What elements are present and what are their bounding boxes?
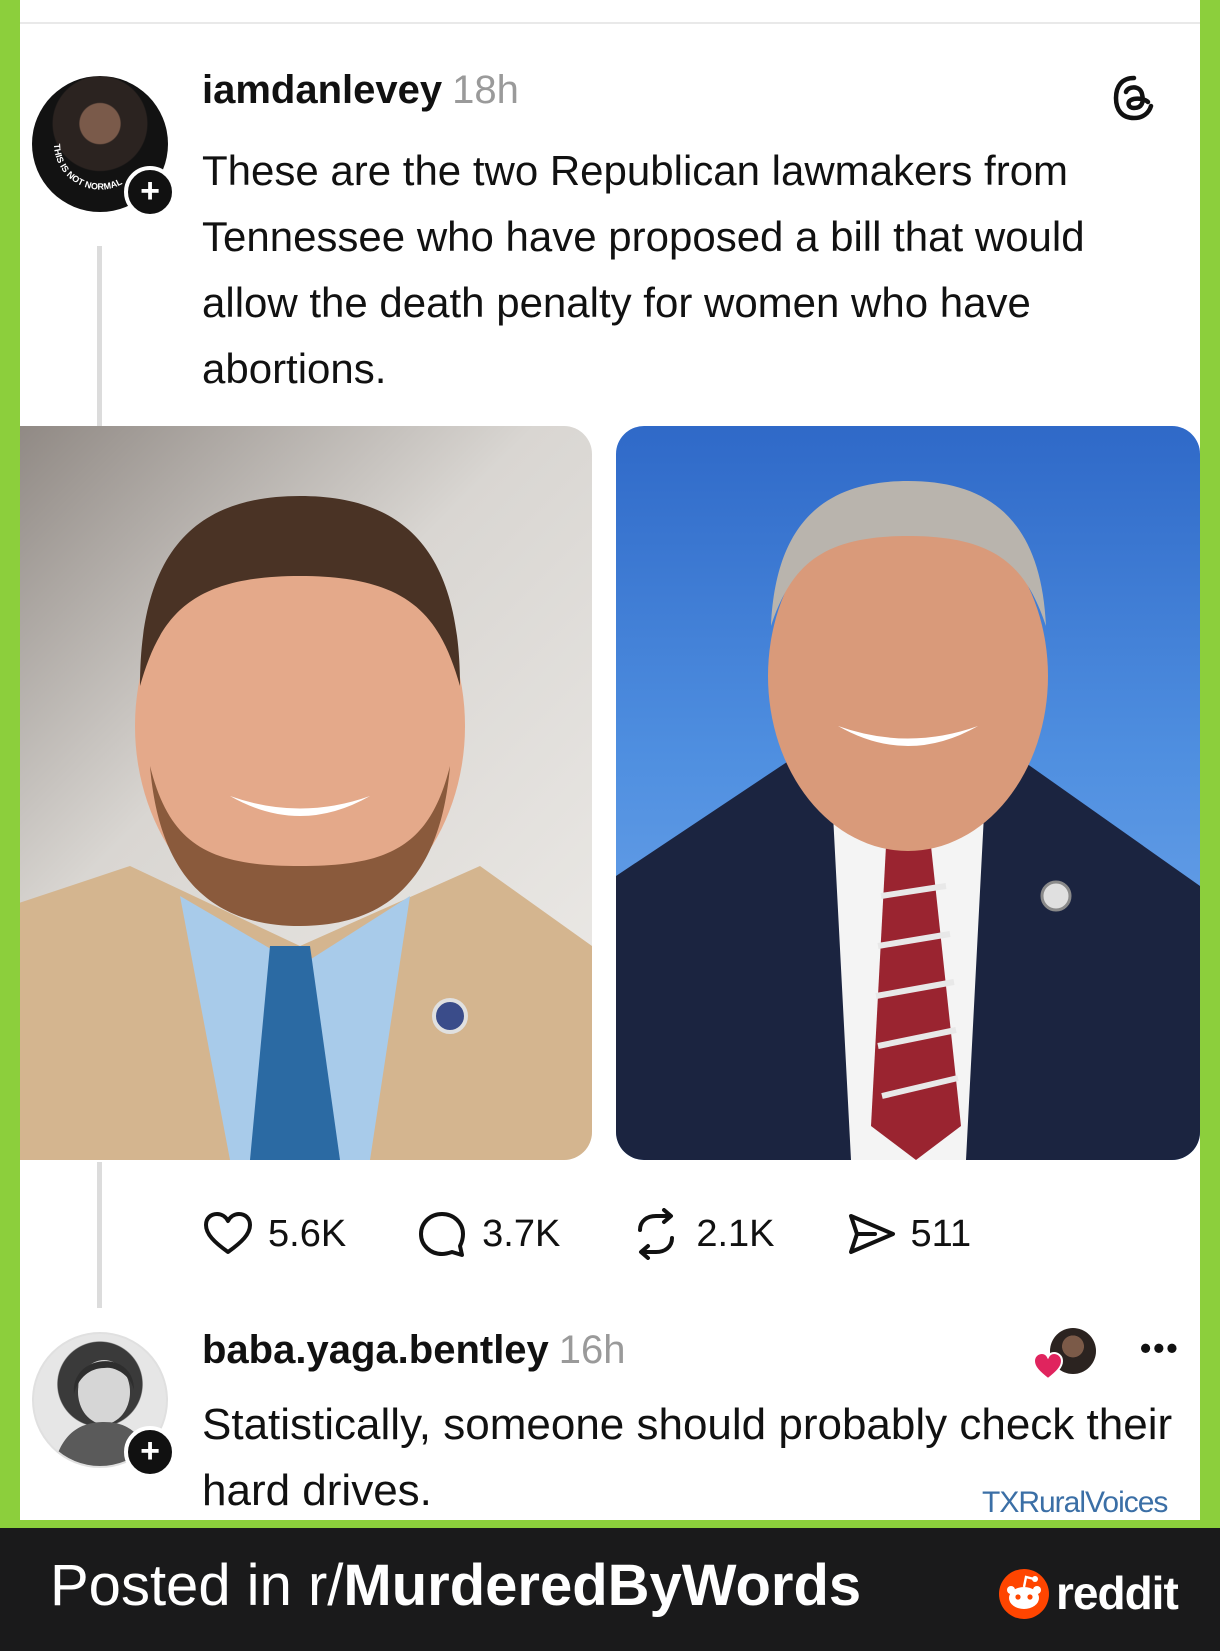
reply-author[interactable]: baba.yaga.bentley 16h: [202, 1328, 626, 1373]
thread-line: [97, 1162, 102, 1308]
likes-count: 5.6K: [268, 1212, 347, 1255]
comments-count: 3.7K: [482, 1212, 561, 1255]
comment-button[interactable]: 3.7K: [416, 1208, 560, 1260]
watermark: TXRuralVoices: [982, 1486, 1168, 1519]
post-actions: 5.6K 3.7K 2.1K 511: [202, 1206, 1041, 1262]
reddit-logo-icon: [999, 1569, 1049, 1619]
reddit-footer: Posted in r/MurderedByWords reddit: [0, 1528, 1220, 1651]
footer-prefix: Posted in r/: [50, 1553, 344, 1618]
threads-post-card: THIS IS NOT NORMAL + iamdanlevey 18h Thes…: [20, 0, 1200, 1520]
reddit-wordmark: reddit: [1056, 1567, 1179, 1619]
shares-count: 511: [910, 1212, 972, 1255]
reposts-count: 2.1K: [696, 1212, 775, 1255]
heart-icon: [1032, 1351, 1064, 1381]
footer-subreddit-text[interactable]: Posted in r/MurderedByWords: [50, 1552, 861, 1619]
post-author-name[interactable]: iamdanlevey: [202, 68, 442, 112]
post-author[interactable]: iamdanlevey 18h: [202, 68, 519, 113]
more-icon[interactable]: •••: [1140, 1330, 1180, 1367]
post-time: 18h: [452, 68, 519, 112]
follow-plus-icon[interactable]: +: [124, 166, 176, 218]
send-icon: [848, 1214, 895, 1254]
lawmaker-photo-right[interactable]: [616, 426, 1200, 1160]
footer-subreddit[interactable]: MurderedByWords: [343, 1553, 861, 1618]
divider: [20, 22, 1200, 24]
reply-author-name[interactable]: baba.yaga.bentley: [202, 1328, 549, 1372]
follow-plus-icon[interactable]: +: [124, 1426, 176, 1478]
thread-line: [97, 246, 102, 426]
svg-text:THIS IS NOT NORMAL: THIS IS NOT NORMAL: [52, 143, 124, 191]
repost-icon: [638, 1208, 675, 1260]
lawmaker-portrait-left: [20, 496, 592, 1160]
lawmaker-photo-left[interactable]: [20, 426, 592, 1160]
comment-bubble-icon: [419, 1212, 466, 1257]
lawmaker-portrait-right: [616, 481, 1200, 1160]
repost-button[interactable]: 2.1K: [630, 1208, 775, 1260]
heart-icon: [204, 1212, 252, 1254]
threads-logo-icon: [1113, 75, 1154, 121]
like-button[interactable]: 5.6K: [202, 1208, 346, 1260]
share-button[interactable]: 511: [845, 1208, 972, 1260]
reply-time: 16h: [558, 1328, 626, 1372]
post-text: These are the two Republican lawmakers f…: [202, 147, 1085, 392]
